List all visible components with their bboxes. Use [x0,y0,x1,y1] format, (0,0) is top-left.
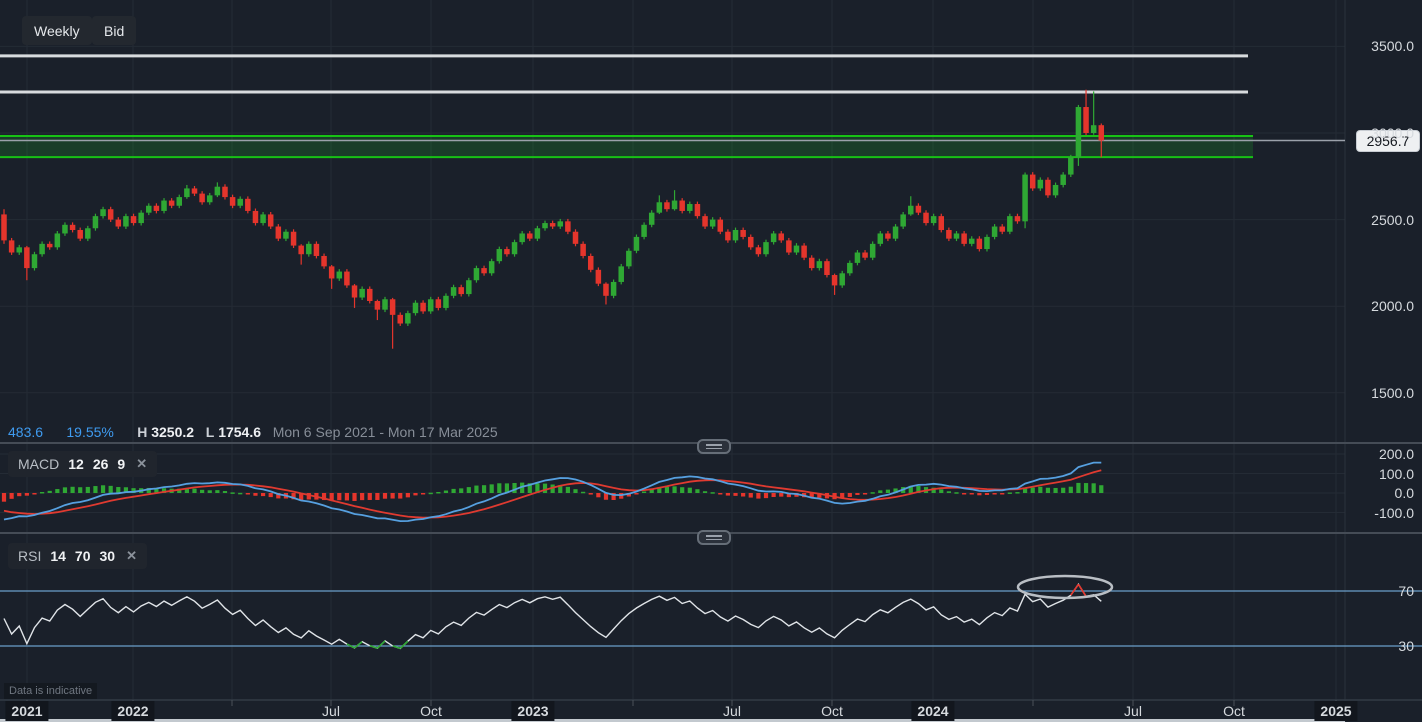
date-range: Mon 6 Sep 2021 - Mon 17 Mar 2025 [273,424,498,440]
rsi-param-upper: 70 [75,548,91,564]
price-axis-label[interactable]: 2500.0 [1371,212,1414,228]
time-axis-label[interactable]: Oct [414,701,448,721]
change-value: 483.6 [8,424,43,440]
macd-param-fast: 12 [68,456,84,472]
data-indicative-note: Data is indicative [4,683,97,699]
price-type-button[interactable]: Bid [92,16,136,45]
gridlines [0,0,1345,722]
price-axis-label[interactable]: 3500.0 [1371,38,1414,54]
low-value: 1754.6 [218,424,261,440]
high-label: H [137,424,147,440]
rsi-panel[interactable] [0,576,1422,648]
low-label: L [206,424,215,440]
macd-axis-label[interactable]: -100.0 [1374,505,1414,521]
rsi-param-period: 14 [50,548,66,564]
time-axis-label[interactable]: 2023 [511,701,554,721]
macd-close-icon[interactable]: ✕ [136,456,147,472]
macd-indicator-chip[interactable]: MACD 12 26 9 ✕ [8,451,157,477]
rsi-axis-label[interactable]: 30 [1398,638,1414,654]
rsi-line [4,584,1101,648]
macd-param-slow: 26 [93,456,109,472]
timeframe-button[interactable]: Weekly [22,16,92,45]
trading-chart-window: Weekly Bid 483.6 19.55% H 3250.2 L 1754.… [0,0,1422,722]
timeframe-label: Weekly [34,23,80,39]
time-axis-label[interactable]: Oct [815,701,849,721]
chart-canvas[interactable] [0,0,1422,722]
rsi-indicator-chip[interactable]: RSI 14 70 30 ✕ [8,543,147,569]
rsi-panel-drag-handle[interactable] [697,530,731,545]
time-axis-label[interactable]: 2024 [911,701,954,721]
rsi-axis-label[interactable]: 70 [1398,583,1414,599]
support-zone[interactable] [0,136,1253,157]
time-axis-label[interactable]: Oct [1217,701,1251,721]
price-axis-label[interactable]: 2000.0 [1371,298,1414,314]
time-axis-label[interactable]: Jul [1118,701,1148,721]
macd-signal-line [4,470,1101,517]
rsi-close-icon[interactable]: ✕ [126,548,137,564]
price-axis-label[interactable]: 3000.0 [1371,125,1414,141]
resistance-lines[interactable] [0,56,1248,92]
price-axis-label[interactable]: 1500.0 [1371,385,1414,401]
time-axis-label[interactable]: 2022 [111,701,154,721]
price-type-label: Bid [104,23,124,39]
rsi-highlight-ellipse-annotation[interactable] [1018,576,1112,598]
macd-panel-drag-handle[interactable] [697,439,731,454]
macd-axis-label[interactable]: 0.0 [1395,485,1414,501]
macd-label: MACD [18,456,59,472]
time-axis-label[interactable]: 2021 [5,701,48,721]
high-value: 3250.2 [151,424,194,440]
price-summary-bar: 483.6 19.55% H 3250.2 L 1754.6 Mon 6 Sep… [8,424,498,440]
rsi-param-lower: 30 [100,548,116,564]
change-percent: 19.55% [66,424,113,440]
time-axis-label[interactable]: 2025 [1314,701,1357,721]
macd-param-signal: 9 [117,456,125,472]
macd-axis-label[interactable]: 200.0 [1379,446,1414,462]
macd-axis-label[interactable]: 100.0 [1379,466,1414,482]
time-axis-label[interactable]: Jul [717,701,747,721]
rsi-label: RSI [18,548,41,564]
time-axis-label[interactable]: Jul [316,701,346,721]
